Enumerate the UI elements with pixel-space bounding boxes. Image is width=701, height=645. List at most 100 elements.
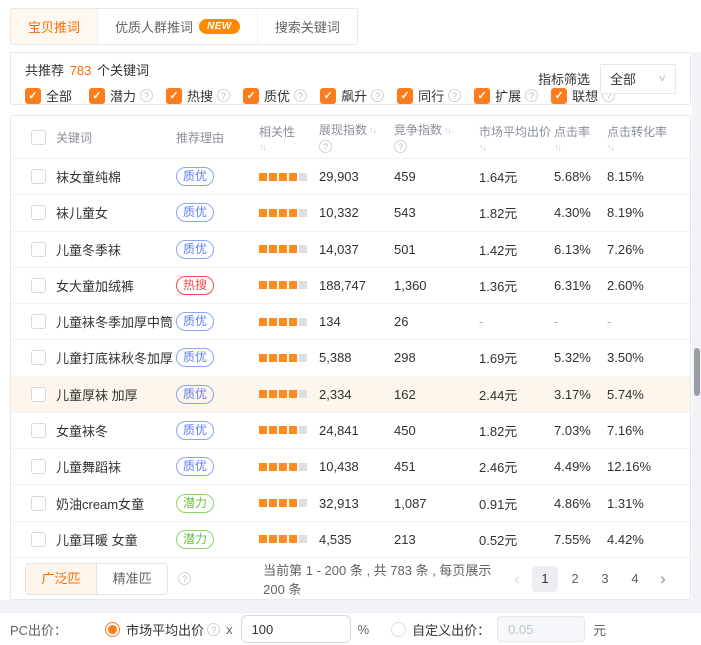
relevance-bar	[269, 209, 277, 217]
cell-value: 14,037	[319, 242, 359, 257]
select-all-checkbox[interactable]	[31, 130, 46, 145]
cvr-cell: 5.74%	[607, 377, 690, 412]
row-checkbox[interactable]	[31, 278, 46, 293]
filter-option[interactable]: ✓同行?	[397, 86, 461, 105]
avg-price-cell: 1.69元	[479, 340, 554, 375]
tab-item-recommend[interactable]: 宝贝推词	[11, 9, 98, 44]
page-number[interactable]: 4	[622, 566, 648, 592]
relevance-cell	[259, 340, 319, 375]
help-icon[interactable]: ?	[448, 89, 461, 102]
help-icon[interactable]: ?	[525, 89, 538, 102]
column-header-cvr[interactable]: 点击转化率↑↓	[607, 116, 690, 158]
avg-price-radio[interactable]	[105, 622, 120, 637]
scrollbar-thumb[interactable]	[694, 348, 700, 396]
table-row: 儿童耳暖 女童潜力4,5352130.52元7.55%4.42%	[11, 522, 690, 557]
sort-icon[interactable]: ↑↓	[554, 142, 561, 152]
checkbox-checked-icon[interactable]: ✓	[474, 88, 490, 104]
help-icon[interactable]: ?	[319, 140, 332, 153]
column-header-keyword[interactable]: 关键词	[56, 116, 176, 158]
cell-value: 7.55%	[554, 532, 591, 547]
cell-value: 298	[394, 350, 416, 365]
help-icon[interactable]: ?	[207, 623, 220, 636]
row-checkbox[interactable]	[31, 314, 46, 329]
filter-option[interactable]: ✓全部	[25, 86, 76, 105]
next-page-icon[interactable]: ›	[652, 569, 674, 589]
match-type-button[interactable]: 精准匹配	[96, 564, 167, 594]
row-checkbox[interactable]	[31, 459, 46, 474]
column-header-reason[interactable]: 推荐理由	[176, 116, 259, 158]
row-checkbox[interactable]	[31, 242, 46, 257]
row-checkbox[interactable]	[31, 387, 46, 402]
checkbox-checked-icon[interactable]: ✓	[166, 88, 182, 104]
sort-icon[interactable]: ↑↓	[444, 125, 451, 135]
summary-prefix: 共推荐	[25, 63, 64, 78]
sort-icon[interactable]: ↑↓	[607, 142, 614, 152]
filter-option[interactable]: ✓质优?	[243, 86, 307, 105]
prev-page-icon[interactable]: ‹	[506, 569, 528, 589]
filter-option[interactable]: ✓扩展?	[474, 86, 538, 105]
page-number[interactable]: 3	[592, 566, 618, 592]
relevance-bar	[269, 535, 277, 543]
recommend-tag: 质优	[176, 348, 214, 367]
page-number[interactable]: 2	[562, 566, 588, 592]
metric-filter-select[interactable]: 全部 ∨	[600, 64, 676, 94]
relevance-bar	[289, 499, 297, 507]
column-header-ctr[interactable]: 点击率↑↓	[554, 116, 607, 158]
row-checkbox[interactable]	[31, 496, 46, 511]
cell-value: -	[554, 314, 558, 329]
display-index-cell: 32,913	[319, 485, 394, 520]
help-icon[interactable]: ?	[140, 89, 153, 102]
help-icon[interactable]: ?	[217, 89, 230, 102]
custom-price-radio[interactable]	[391, 622, 406, 637]
cell-value: 8.15%	[607, 169, 644, 184]
column-header-competition[interactable]: 竞争指数↑↓?	[394, 116, 479, 158]
cell-value: 3.50%	[607, 350, 644, 365]
display-index-cell: 10,332	[319, 195, 394, 230]
relevance-bar	[259, 463, 267, 471]
sort-icon[interactable]: ↑↓	[259, 142, 266, 152]
competition-index-cell: 213	[394, 522, 479, 557]
bid-percent-input[interactable]	[241, 615, 351, 643]
column-header-relevance[interactable]: 相关性↑↓	[259, 116, 319, 158]
reason-cell: 质优	[176, 232, 259, 267]
table-row: 袜儿童女质优10,3325431.82元4.30%8.19%	[11, 195, 690, 231]
match-type-button[interactable]: 广泛匹配	[26, 564, 96, 594]
display-index-cell: 14,037	[319, 232, 394, 267]
avg-price-cell: 0.52元	[479, 522, 554, 557]
tab-search-keywords[interactable]: 搜索关键词	[258, 9, 357, 44]
column-label: 市场平均出价	[479, 123, 554, 140]
filter-option[interactable]: ✓热搜?	[166, 86, 230, 105]
keyword-text: 儿童袜冬季加厚中筒	[56, 312, 173, 331]
filter-option-label: 潜力	[110, 86, 136, 105]
filter-option[interactable]: ✓飙升?	[320, 86, 384, 105]
checkbox-checked-icon[interactable]: ✓	[25, 88, 41, 104]
sort-icon[interactable]: ↑↓	[369, 125, 376, 135]
checkbox-checked-icon[interactable]: ✓	[397, 88, 413, 104]
help-icon[interactable]: ?	[394, 140, 407, 153]
row-checkbox[interactable]	[31, 205, 46, 220]
relevance-bar	[289, 390, 297, 398]
keyword-text: 儿童打底袜秋冬加厚	[56, 348, 173, 367]
help-icon[interactable]: ?	[294, 89, 307, 102]
checkbox-checked-icon[interactable]: ✓	[243, 88, 259, 104]
column-header-display[interactable]: 展现指数↑↓?	[319, 116, 394, 158]
checkbox-checked-icon[interactable]: ✓	[320, 88, 336, 104]
page-number[interactable]: 1	[532, 566, 558, 592]
tab-crowd-keywords[interactable]: 优质人群推词 NEW	[98, 9, 258, 44]
help-icon[interactable]: ?	[178, 572, 191, 585]
cvr-cell: 7.26%	[607, 232, 690, 267]
relevance-bar	[289, 281, 297, 289]
cvr-cell: 8.19%	[607, 195, 690, 230]
filter-option[interactable]: ✓ 潜力?	[89, 86, 153, 105]
row-checkbox[interactable]	[31, 423, 46, 438]
keyword-cell: 儿童打底袜秋冬加厚	[56, 340, 176, 375]
custom-price-input[interactable]	[497, 616, 585, 642]
sort-icon[interactable]: ↑↓	[479, 142, 486, 152]
help-icon[interactable]: ?	[371, 89, 384, 102]
row-checkbox[interactable]	[31, 169, 46, 184]
checkbox-checked-icon[interactable]: ✓	[89, 88, 105, 104]
relevance-bar	[269, 245, 277, 253]
row-checkbox[interactable]	[31, 350, 46, 365]
row-checkbox[interactable]	[31, 532, 46, 547]
column-header-price[interactable]: 市场平均出价 ↑↓	[479, 116, 554, 158]
